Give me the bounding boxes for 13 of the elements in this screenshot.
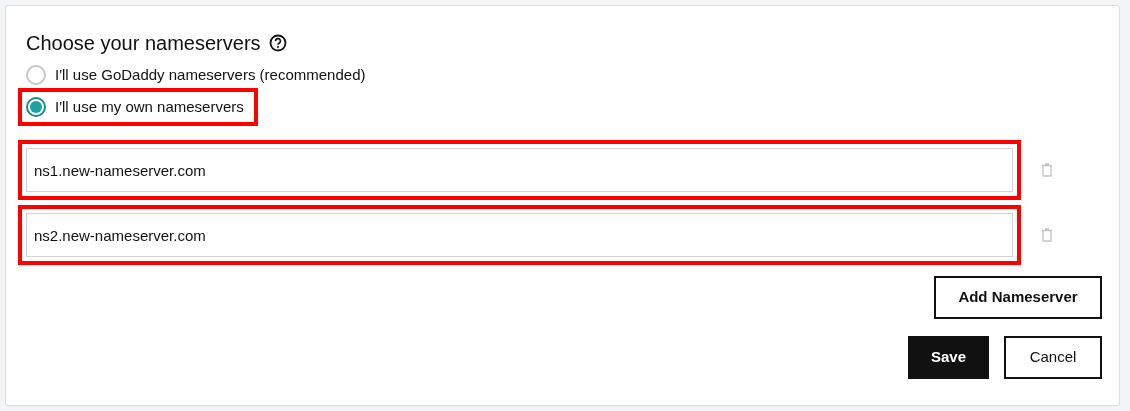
radio-button[interactable]	[26, 65, 46, 85]
add-nameserver-button[interactable]: Add Nameserver	[934, 276, 1102, 319]
trash-icon[interactable]	[1041, 228, 1053, 242]
nameserver-field[interactable]: ns1.new-nameserver.com	[26, 148, 1013, 192]
radio-label: I'll use my own nameservers	[55, 96, 244, 117]
cancel-button[interactable]: Cancel	[1004, 336, 1102, 379]
nameserver-field[interactable]: ns2.new-nameserver.com	[26, 213, 1013, 257]
save-button[interactable]: Save	[908, 336, 989, 379]
radio-label: I'll use GoDaddy nameservers (recommended)	[55, 64, 366, 85]
help-icon	[268, 34, 287, 52]
trash-icon[interactable]	[1041, 163, 1053, 177]
radio-button[interactable]	[26, 97, 46, 117]
section-title: Choose your nameservers	[26, 31, 261, 56]
